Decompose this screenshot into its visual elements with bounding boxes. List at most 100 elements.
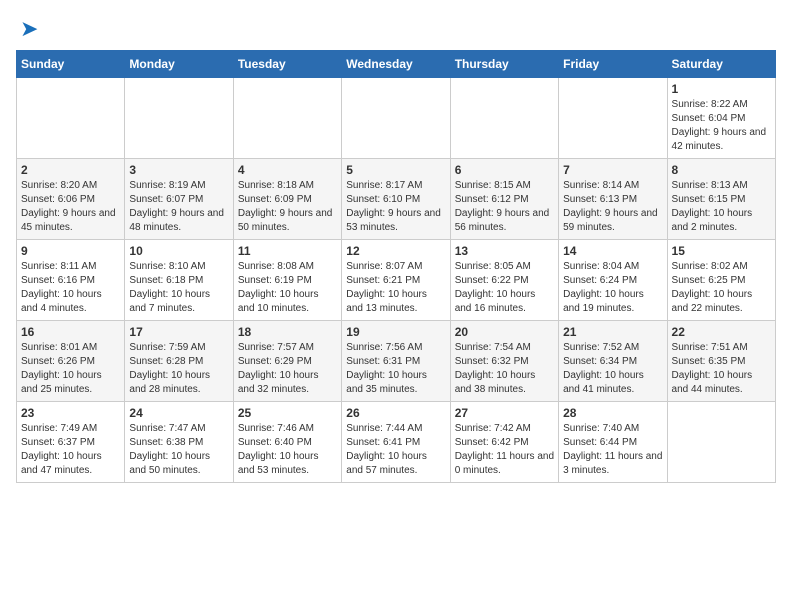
day-number: 17 bbox=[129, 325, 228, 339]
calendar-cell: 14 Sunrise: 8:04 AM Sunset: 6:24 PM Dayli… bbox=[559, 240, 667, 321]
day-info: Sunrise: 8:08 AM Sunset: 6:19 PM Dayligh… bbox=[238, 260, 337, 316]
day-number: 3 bbox=[129, 163, 228, 177]
day-info: Sunrise: 7:44 AM Sunset: 6:41 PM Dayligh… bbox=[346, 422, 445, 478]
calendar-cell bbox=[17, 78, 125, 159]
day-number: 26 bbox=[346, 406, 445, 420]
day-info: Sunrise: 7:46 AM Sunset: 6:40 PM Dayligh… bbox=[238, 422, 337, 478]
calendar-cell: 9 Sunrise: 8:11 AM Sunset: 6:16 PM Daylig… bbox=[17, 240, 125, 321]
day-number: 24 bbox=[129, 406, 228, 420]
day-number: 19 bbox=[346, 325, 445, 339]
weekday-header-friday: Friday bbox=[559, 51, 667, 78]
day-info: Sunrise: 7:42 AM Sunset: 6:42 PM Dayligh… bbox=[455, 422, 554, 478]
calendar-cell: 6 Sunrise: 8:15 AM Sunset: 6:12 PM Daylig… bbox=[450, 159, 558, 240]
calendar-cell: 5 Sunrise: 8:17 AM Sunset: 6:10 PM Daylig… bbox=[342, 159, 450, 240]
day-info: Sunrise: 8:11 AM Sunset: 6:16 PM Dayligh… bbox=[21, 260, 120, 316]
calendar-cell: 11 Sunrise: 8:08 AM Sunset: 6:19 PM Dayli… bbox=[233, 240, 341, 321]
calendar-week-row: 1 Sunrise: 8:22 AM Sunset: 6:04 PM Daylig… bbox=[17, 78, 776, 159]
day-number: 11 bbox=[238, 244, 337, 258]
day-number: 5 bbox=[346, 163, 445, 177]
calendar-cell: 1 Sunrise: 8:22 AM Sunset: 6:04 PM Daylig… bbox=[667, 78, 775, 159]
calendar-cell: 24 Sunrise: 7:47 AM Sunset: 6:38 PM Dayli… bbox=[125, 402, 233, 483]
calendar-cell: 2 Sunrise: 8:20 AM Sunset: 6:06 PM Daylig… bbox=[17, 159, 125, 240]
calendar-cell: 17 Sunrise: 7:59 AM Sunset: 6:28 PM Dayli… bbox=[125, 321, 233, 402]
day-number: 4 bbox=[238, 163, 337, 177]
day-number: 18 bbox=[238, 325, 337, 339]
day-number: 7 bbox=[563, 163, 662, 177]
calendar-cell: 15 Sunrise: 8:02 AM Sunset: 6:25 PM Dayli… bbox=[667, 240, 775, 321]
weekday-header-tuesday: Tuesday bbox=[233, 51, 341, 78]
day-number: 27 bbox=[455, 406, 554, 420]
weekday-header-row: SundayMondayTuesdayWednesdayThursdayFrid… bbox=[17, 51, 776, 78]
day-info: Sunrise: 8:15 AM Sunset: 6:12 PM Dayligh… bbox=[455, 179, 554, 235]
day-info: Sunrise: 7:40 AM Sunset: 6:44 PM Dayligh… bbox=[563, 422, 662, 478]
calendar-table: SundayMondayTuesdayWednesdayThursdayFrid… bbox=[16, 50, 776, 483]
weekday-header-monday: Monday bbox=[125, 51, 233, 78]
calendar-cell: 10 Sunrise: 8:10 AM Sunset: 6:18 PM Dayli… bbox=[125, 240, 233, 321]
day-number: 6 bbox=[455, 163, 554, 177]
calendar-cell: 28 Sunrise: 7:40 AM Sunset: 6:44 PM Dayli… bbox=[559, 402, 667, 483]
day-info: Sunrise: 8:22 AM Sunset: 6:04 PM Dayligh… bbox=[672, 98, 771, 154]
day-info: Sunrise: 8:18 AM Sunset: 6:09 PM Dayligh… bbox=[238, 179, 337, 235]
calendar-cell: 13Sunrise: 8:05 AM Sunset: 6:22 PM Dayli… bbox=[450, 240, 558, 321]
day-info: Sunrise: 8:17 AM Sunset: 6:10 PM Dayligh… bbox=[346, 179, 445, 235]
calendar-cell bbox=[342, 78, 450, 159]
day-number: 22 bbox=[672, 325, 771, 339]
day-number: 13 bbox=[455, 244, 554, 258]
weekday-header-thursday: Thursday bbox=[450, 51, 558, 78]
day-info: Sunrise: 8:07 AM Sunset: 6:21 PM Dayligh… bbox=[346, 260, 445, 316]
page-header: ➤ bbox=[16, 16, 776, 42]
day-info: Sunrise: 8:13 AM Sunset: 6:15 PM Dayligh… bbox=[672, 179, 771, 235]
day-number: 9 bbox=[21, 244, 120, 258]
calendar-week-row: 2 Sunrise: 8:20 AM Sunset: 6:06 PM Daylig… bbox=[17, 159, 776, 240]
day-info: Sunrise: 8:04 AM Sunset: 6:24 PM Dayligh… bbox=[563, 260, 662, 316]
calendar-week-row: 16 Sunrise: 8:01 AM Sunset: 6:26 PM Dayli… bbox=[17, 321, 776, 402]
logo-bird-icon: ➤ bbox=[20, 16, 38, 42]
day-number: 15 bbox=[672, 244, 771, 258]
day-info: Sunrise: 7:59 AM Sunset: 6:28 PM Dayligh… bbox=[129, 341, 228, 397]
logo: ➤ bbox=[16, 16, 38, 42]
calendar-cell: 20 Sunrise: 7:54 AM Sunset: 6:32 PM Dayli… bbox=[450, 321, 558, 402]
calendar-week-row: 9 Sunrise: 8:11 AM Sunset: 6:16 PM Daylig… bbox=[17, 240, 776, 321]
day-info: Sunrise: 7:57 AM Sunset: 6:29 PM Dayligh… bbox=[238, 341, 337, 397]
calendar-cell: 21 Sunrise: 7:52 AM Sunset: 6:34 PM Dayli… bbox=[559, 321, 667, 402]
day-number: 10 bbox=[129, 244, 228, 258]
day-number: 16 bbox=[21, 325, 120, 339]
day-number: 25 bbox=[238, 406, 337, 420]
day-number: 21 bbox=[563, 325, 662, 339]
day-number: 14 bbox=[563, 244, 662, 258]
calendar-cell bbox=[125, 78, 233, 159]
day-info: Sunrise: 7:47 AM Sunset: 6:38 PM Dayligh… bbox=[129, 422, 228, 478]
weekday-header-wednesday: Wednesday bbox=[342, 51, 450, 78]
calendar-cell bbox=[667, 402, 775, 483]
day-info: Sunrise: 7:54 AM Sunset: 6:32 PM Dayligh… bbox=[455, 341, 554, 397]
calendar-cell bbox=[233, 78, 341, 159]
day-info: Sunrise: 7:52 AM Sunset: 6:34 PM Dayligh… bbox=[563, 341, 662, 397]
day-number: 2 bbox=[21, 163, 120, 177]
calendar-cell: 25 Sunrise: 7:46 AM Sunset: 6:40 PM Dayli… bbox=[233, 402, 341, 483]
day-info: Sunrise: 8:10 AM Sunset: 6:18 PM Dayligh… bbox=[129, 260, 228, 316]
day-info: Sunrise: 7:56 AM Sunset: 6:31 PM Dayligh… bbox=[346, 341, 445, 397]
calendar-cell: 23 Sunrise: 7:49 AM Sunset: 6:37 PM Dayli… bbox=[17, 402, 125, 483]
day-info: Sunrise: 8:02 AM Sunset: 6:25 PM Dayligh… bbox=[672, 260, 771, 316]
day-number: 20 bbox=[455, 325, 554, 339]
calendar-cell: 3 Sunrise: 8:19 AM Sunset: 6:07 PM Daylig… bbox=[125, 159, 233, 240]
calendar-cell: 22Sunrise: 7:51 AM Sunset: 6:35 PM Dayli… bbox=[667, 321, 775, 402]
day-info: Sunrise: 8:20 AM Sunset: 6:06 PM Dayligh… bbox=[21, 179, 120, 235]
calendar-cell: 7Sunrise: 8:14 AM Sunset: 6:13 PM Daylig… bbox=[559, 159, 667, 240]
day-info: Sunrise: 7:49 AM Sunset: 6:37 PM Dayligh… bbox=[21, 422, 120, 478]
calendar-cell: 4 Sunrise: 8:18 AM Sunset: 6:09 PM Daylig… bbox=[233, 159, 341, 240]
day-number: 28 bbox=[563, 406, 662, 420]
day-info: Sunrise: 8:19 AM Sunset: 6:07 PM Dayligh… bbox=[129, 179, 228, 235]
calendar-cell: 18 Sunrise: 7:57 AM Sunset: 6:29 PM Dayli… bbox=[233, 321, 341, 402]
calendar-cell bbox=[450, 78, 558, 159]
day-number: 12 bbox=[346, 244, 445, 258]
calendar-cell: 8Sunrise: 8:13 AM Sunset: 6:15 PM Daylig… bbox=[667, 159, 775, 240]
weekday-header-saturday: Saturday bbox=[667, 51, 775, 78]
day-info: Sunrise: 8:01 AM Sunset: 6:26 PM Dayligh… bbox=[21, 341, 120, 397]
calendar-week-row: 23 Sunrise: 7:49 AM Sunset: 6:37 PM Dayli… bbox=[17, 402, 776, 483]
calendar-cell: 26 Sunrise: 7:44 AM Sunset: 6:41 PM Dayli… bbox=[342, 402, 450, 483]
calendar-cell bbox=[559, 78, 667, 159]
day-number: 23 bbox=[21, 406, 120, 420]
day-number: 1 bbox=[672, 82, 771, 96]
calendar-cell: 19 Sunrise: 7:56 AM Sunset: 6:31 PM Dayli… bbox=[342, 321, 450, 402]
